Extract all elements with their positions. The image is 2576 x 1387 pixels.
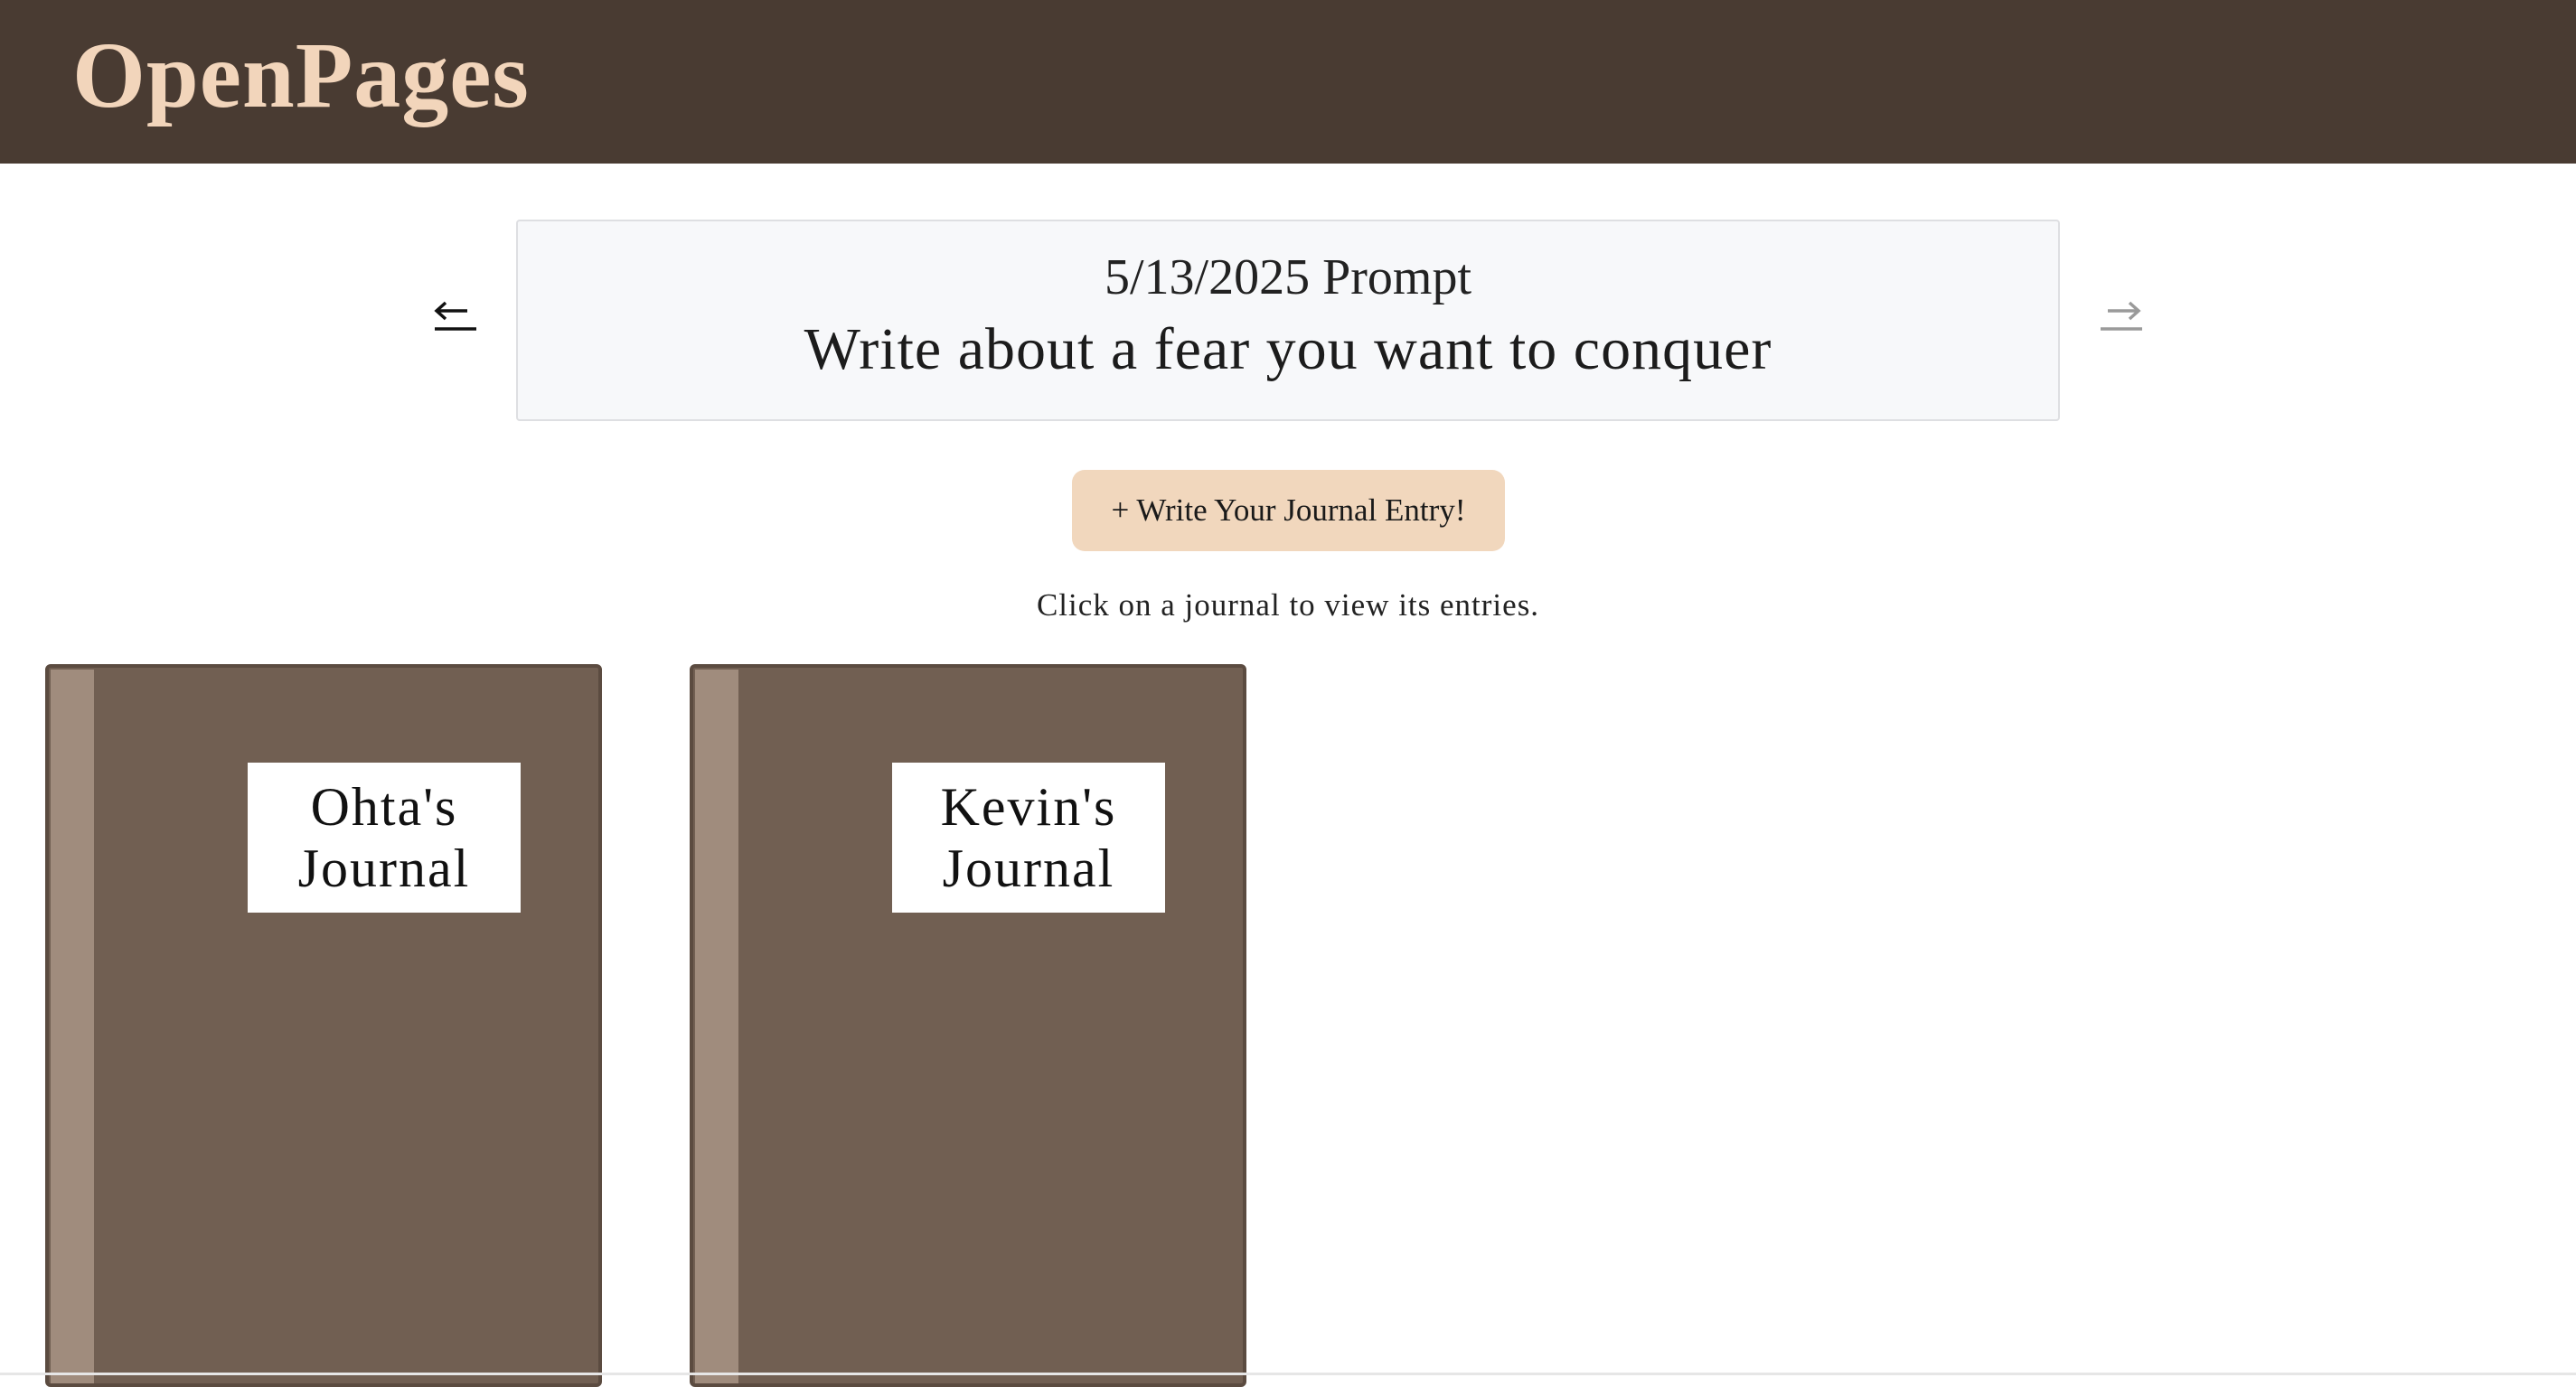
next-prompt-button[interactable] bbox=[2097, 287, 2148, 345]
prompt-text: Write about a fear you want to conquer bbox=[804, 316, 1772, 382]
journal-title: Kevin's Journal bbox=[892, 763, 1165, 913]
app-logo[interactable]: OpenPages bbox=[72, 22, 530, 130]
daily-prompt-card: 5/13/2025 Prompt Write about a fear you … bbox=[516, 220, 2060, 421]
journal-hint-text: Click on a journal to view its entries. bbox=[1036, 587, 1540, 623]
journal-spine bbox=[695, 670, 738, 1383]
write-journal-entry-button[interactable]: + Write Your Journal Entry! bbox=[1072, 470, 1505, 551]
arrow-right-icon bbox=[2101, 301, 2142, 331]
prompt-date-label: 5/13/2025 Prompt bbox=[1104, 249, 1472, 305]
journal-spine bbox=[51, 670, 94, 1383]
journal-card[interactable]: Ohta's Journal bbox=[45, 664, 602, 1387]
app-header: OpenPages bbox=[0, 0, 2576, 164]
journal-card[interactable]: Kevin's Journal bbox=[690, 664, 1246, 1387]
arrow-left-icon bbox=[434, 301, 476, 331]
previous-prompt-button[interactable] bbox=[429, 287, 480, 345]
journal-title: Ohta's Journal bbox=[248, 763, 521, 913]
